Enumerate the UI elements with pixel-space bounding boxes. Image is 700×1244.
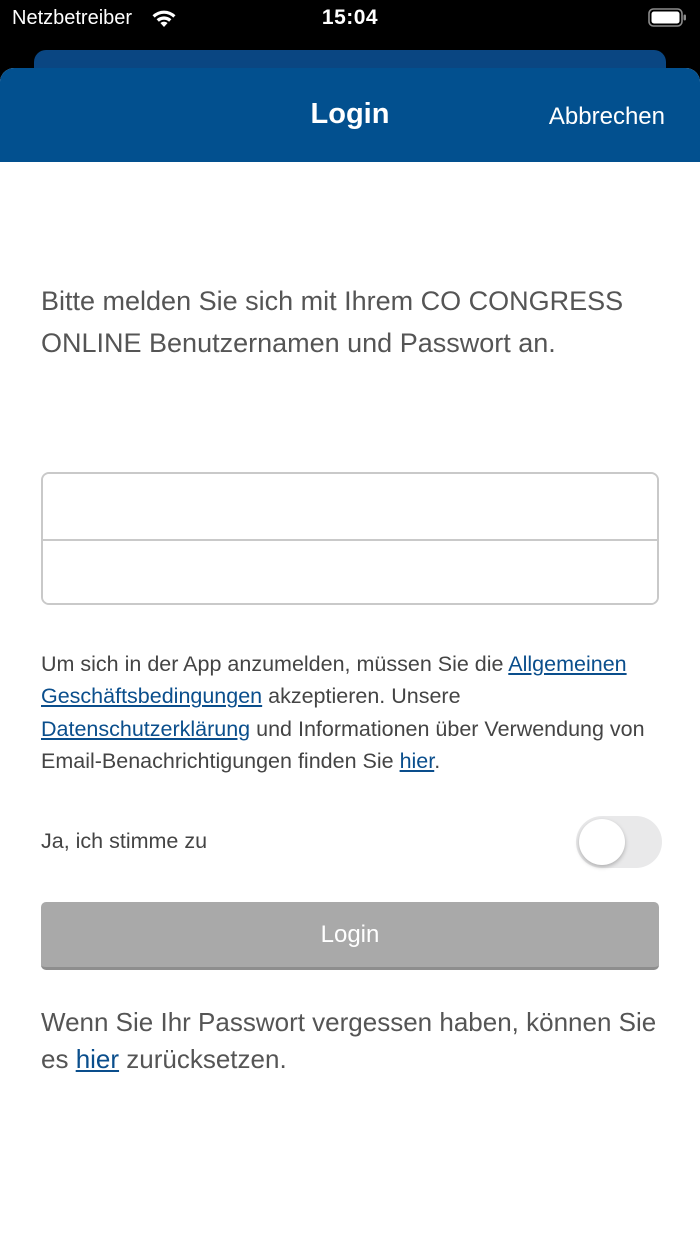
- password-input[interactable]: [43, 541, 657, 603]
- terms-text-part: .: [434, 749, 441, 774]
- credentials-group: [41, 472, 659, 605]
- terms-text: Um sich in der App anzumelden, müssen Si…: [41, 648, 663, 778]
- login-instructions: Bitte melden Sie sich mit Ihrem CO CONGR…: [41, 286, 624, 358]
- status-time: 15:04: [321, 6, 379, 29]
- toggle-knob: [579, 819, 625, 865]
- terms-text-part: akzeptieren. Unsere: [262, 684, 461, 709]
- info-here-link[interactable]: hier: [400, 749, 435, 773]
- forgot-password-text: Wenn Sie Ihr Passwort vergessen haben, k…: [41, 1004, 661, 1078]
- status-bar: Netzbetreiber 15:04: [0, 0, 700, 44]
- forgot-text-part: zurücksetzen.: [119, 1044, 287, 1074]
- privacy-policy-link[interactable]: Datenschutzerklärung: [41, 717, 250, 741]
- screen: Netzbetreiber 15:04 Login Abbrechen Bitt…: [0, 0, 700, 1244]
- terms-text-part: Um sich in der App anzumelden, müssen Si…: [41, 652, 509, 676]
- agree-row: Ja, ich stimme zu: [41, 816, 662, 868]
- username-input[interactable]: [43, 474, 657, 539]
- cancel-button[interactable]: Abbrechen: [549, 103, 665, 131]
- login-sheet: Login Abbrechen Bitte melden Sie sich mi…: [0, 68, 700, 1244]
- agree-toggle[interactable]: [576, 816, 662, 868]
- navigation-bar: Login Abbrechen: [0, 68, 700, 162]
- login-button[interactable]: Login: [41, 902, 659, 970]
- agree-label: Ja, ich stimme zu: [41, 829, 208, 853]
- reset-password-link[interactable]: hier: [76, 1044, 119, 1074]
- battery-icon: [648, 8, 686, 27]
